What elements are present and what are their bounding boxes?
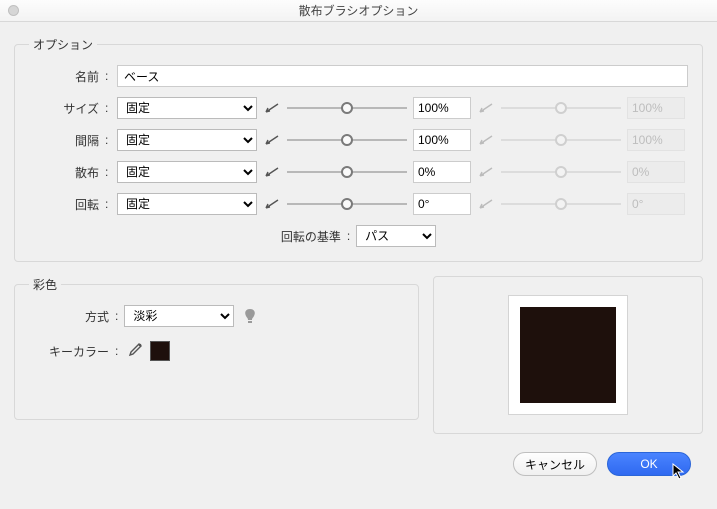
preview-swatch [520,307,616,403]
scatter-slider-1[interactable] [287,162,407,182]
spacing-slider-1[interactable] [287,130,407,150]
flip-x-icon[interactable] [263,131,281,149]
rotation-base-select[interactable]: パス [356,225,436,247]
preview-panel [433,276,703,434]
spacing-row: 間隔 : 固定 [29,129,688,151]
rotation-row: 回転 : 固定 [29,193,688,215]
flip-x-icon [477,131,495,149]
keycolor-row: キーカラー : [29,341,404,361]
keycolor-label: キーカラー [29,343,109,360]
coloring-legend: 彩色 [29,276,61,293]
spacing-value-1[interactable] [413,129,471,151]
button-bar: キャンセル OK [14,434,703,476]
flip-x-icon[interactable] [263,195,281,213]
scatter-value-2 [627,161,685,183]
titlebar: 散布ブラシオプション [0,0,717,22]
eyedropper-icon[interactable] [124,341,144,361]
flip-x-icon [477,99,495,117]
keycolor-swatch[interactable] [150,341,170,361]
ok-button[interactable]: OK [607,452,691,476]
name-input[interactable] [117,65,688,87]
scatter-row: 散布 : 固定 [29,161,688,183]
flip-x-icon[interactable] [263,163,281,181]
scatter-label: 散布 [29,164,99,181]
size-slider-1[interactable] [287,98,407,118]
flip-x-icon[interactable] [263,99,281,117]
rotation-slider-2 [501,194,621,214]
rotation-mode-select[interactable]: 固定 [117,193,257,215]
size-slider-2 [501,98,621,118]
spacing-mode-select[interactable]: 固定 [117,129,257,151]
close-window-button[interactable] [8,5,19,16]
rotation-value-2 [627,193,685,215]
cancel-button[interactable]: キャンセル [513,452,597,476]
rotation-slider-1[interactable] [287,194,407,214]
spacing-label: 間隔 [29,132,99,149]
size-value-2 [627,97,685,119]
options-group: オプション 名前 : サイズ : 固定 間隔 : 固定 [14,36,703,262]
rotation-value-1[interactable] [413,193,471,215]
dialog-title: 散布ブラシオプション [299,2,419,19]
scatter-slider-2 [501,162,621,182]
size-row: サイズ : 固定 [29,97,688,119]
spacing-slider-2 [501,130,621,150]
spacing-value-2 [627,129,685,151]
rotation-label: 回転 [29,196,99,213]
flip-x-icon [477,163,495,181]
flip-x-icon [477,195,495,213]
size-label: サイズ [29,100,99,117]
rotation-base-label: 回転の基準 [281,228,341,245]
tips-icon[interactable] [240,306,260,326]
name-label: 名前 [29,68,99,85]
scatter-value-1[interactable] [413,161,471,183]
method-row: 方式 : 淡彩 [29,305,404,327]
coloring-group: 彩色 方式 : 淡彩 キーカラー : [14,276,419,420]
preview-frame [508,295,628,415]
size-mode-select[interactable]: 固定 [117,97,257,119]
method-select[interactable]: 淡彩 [124,305,234,327]
name-row: 名前 : [29,65,688,87]
scatter-mode-select[interactable]: 固定 [117,161,257,183]
method-label: 方式 [29,308,109,325]
rotation-base-row: 回転の基準 : パス [29,225,688,247]
size-value-1[interactable] [413,97,471,119]
options-legend: オプション [29,36,97,53]
